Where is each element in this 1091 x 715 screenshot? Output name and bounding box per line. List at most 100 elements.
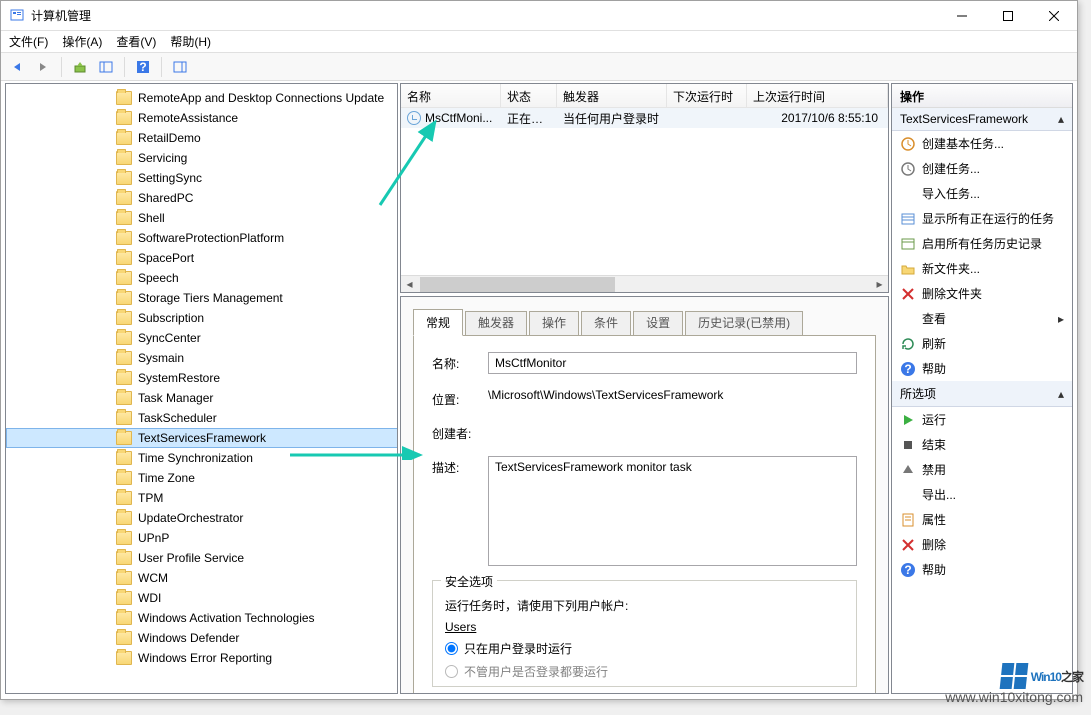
tree-item[interactable]: RemoteAssistance [6, 108, 398, 128]
tree-item-label: UPnP [138, 531, 169, 545]
action-delete[interactable]: 删除 [892, 532, 1072, 557]
tab-conditions[interactable]: 条件 [581, 311, 631, 336]
action-pane-button[interactable] [168, 56, 192, 78]
radio-not-logged-on-row[interactable]: 不管用户是否登录都要运行 [445, 663, 844, 680]
tab-general[interactable]: 常规 [413, 309, 463, 336]
action-view[interactable]: 查看 [892, 306, 1072, 331]
tree-item[interactable]: SystemRestore [6, 368, 398, 388]
action-create-basic-task[interactable]: 创建基本任务... [892, 131, 1072, 156]
tree-item[interactable]: Task Manager [6, 388, 398, 408]
folder-icon [116, 131, 132, 145]
col-status[interactable]: 状态 [501, 84, 557, 107]
tree-item[interactable]: Shell [6, 208, 398, 228]
radio-logged-on[interactable] [445, 642, 458, 655]
action-label: 帮助 [922, 360, 946, 377]
col-last-run[interactable]: 上次运行时间 [747, 84, 888, 107]
up-button[interactable] [68, 56, 92, 78]
tab-history[interactable]: 历史记录(已禁用) [685, 311, 803, 336]
tab-triggers[interactable]: 触发器 [465, 311, 527, 336]
action-disable[interactable]: 禁用 [892, 457, 1072, 482]
menu-help[interactable]: 帮助(H) [170, 33, 211, 50]
tree-item[interactable]: SyncCenter [6, 328, 398, 348]
tree-item[interactable]: UpdateOrchestrator [6, 508, 398, 528]
tree-item[interactable]: Servicing [6, 148, 398, 168]
action-new-folder[interactable]: 新文件夹... [892, 256, 1072, 281]
tree-item[interactable]: Windows Activation Technologies [6, 608, 398, 628]
show-hide-button[interactable] [94, 56, 118, 78]
field-description[interactable] [488, 456, 857, 566]
tree-item[interactable]: TPM [6, 488, 398, 508]
action-end[interactable]: 结束 [892, 432, 1072, 457]
tree-item[interactable]: SharedPC [6, 188, 398, 208]
tree-item[interactable]: WCM [6, 568, 398, 588]
action-label: 创建基本任务... [922, 135, 1004, 152]
action-help2[interactable]: ?帮助 [892, 557, 1072, 582]
tree-item[interactable]: Windows Error Reporting [6, 648, 398, 668]
tab-actions[interactable]: 操作 [529, 311, 579, 336]
action-delete-folder[interactable]: 删除文件夹 [892, 281, 1072, 306]
action-show-running[interactable]: 显示所有正在运行的任务 [892, 206, 1072, 231]
radio-not-logged-on[interactable] [445, 665, 458, 678]
action-run[interactable]: 运行 [892, 407, 1072, 432]
tree-item[interactable]: RemoteApp and Desktop Connections Update [6, 88, 398, 108]
tree-item[interactable]: SettingSync [6, 168, 398, 188]
task-icon [900, 161, 916, 177]
tree-item[interactable]: TextServicesFramework [6, 428, 398, 448]
action-help[interactable]: ?帮助 [892, 356, 1072, 381]
menu-view[interactable]: 查看(V) [116, 33, 156, 50]
tab-settings[interactable]: 设置 [633, 311, 683, 336]
menu-file[interactable]: 文件(F) [9, 33, 48, 50]
radio-logged-on-row[interactable]: 只在用户登录时运行 [445, 640, 844, 657]
close-button[interactable] [1031, 1, 1077, 31]
folder-icon [116, 111, 132, 125]
field-name[interactable]: MsCtfMonitor [488, 352, 857, 374]
minimize-button[interactable] [939, 1, 985, 31]
tree-item[interactable]: TaskScheduler [6, 408, 398, 428]
col-next-run[interactable]: 下次运行时间 [667, 84, 747, 107]
detail-pane: 常规 触发器 操作 条件 设置 历史记录(已禁用) 名称: MsCtfMonit… [400, 296, 889, 694]
tree-item[interactable]: SpacePort [6, 248, 398, 268]
folder-icon [116, 91, 132, 105]
action-group-1-title[interactable]: TextServicesFramework▴ [892, 108, 1072, 131]
action-properties[interactable]: 属性 [892, 507, 1072, 532]
tree-item[interactable]: RetailDemo [6, 128, 398, 148]
back-button[interactable] [5, 56, 29, 78]
tree-item[interactable]: SoftwareProtectionPlatform [6, 228, 398, 248]
action-export[interactable]: 导出... [892, 482, 1072, 507]
col-trigger[interactable]: 触发器 [557, 84, 667, 107]
forward-button[interactable] [31, 56, 55, 78]
tree-item-label: SoftwareProtectionPlatform [138, 231, 284, 245]
task-row[interactable]: MsCtfMoni... 正在运行 当任何用户登录时 2017/10/6 8:5… [401, 108, 888, 128]
security-account[interactable]: Users [445, 620, 844, 634]
tree-item[interactable]: WDI [6, 588, 398, 608]
col-name[interactable]: 名称 [401, 84, 501, 107]
action-enable-history[interactable]: 启用所有任务历史记录 [892, 231, 1072, 256]
refresh-icon [900, 336, 916, 352]
tree-item-label: RetailDemo [138, 131, 201, 145]
tree-item[interactable]: Windows Defender [6, 628, 398, 648]
tree-item[interactable]: Subscription [6, 308, 398, 328]
action-import-task[interactable]: 导入任务... [892, 181, 1072, 206]
app-icon [9, 8, 25, 24]
tree-item[interactable]: Time Zone [6, 468, 398, 488]
action-group-2-title[interactable]: 所选项▴ [892, 381, 1072, 407]
tree-item[interactable]: Speech [6, 268, 398, 288]
folder-icon [116, 391, 132, 405]
tree-item[interactable]: User Profile Service [6, 548, 398, 568]
tree-item-label: RemoteApp and Desktop Connections Update [138, 91, 384, 105]
action-label: 运行 [922, 411, 946, 428]
task-list-scrollbar[interactable]: ◂▸ [401, 275, 888, 292]
tree-item[interactable]: UPnP [6, 528, 398, 548]
maximize-button[interactable] [985, 1, 1031, 31]
security-prompt: 运行任务时，请使用下列用户帐户: [445, 597, 844, 614]
tree-pane[interactable]: RemoteApp and Desktop Connections Update… [5, 83, 398, 694]
action-label: 查看 [922, 310, 946, 327]
help-toolbar-button[interactable]: ? [131, 56, 155, 78]
folder-icon [116, 371, 132, 385]
action-create-task[interactable]: 创建任务... [892, 156, 1072, 181]
menu-action[interactable]: 操作(A) [62, 33, 102, 50]
tree-item[interactable]: Sysmain [6, 348, 398, 368]
tree-item[interactable]: Time Synchronization [6, 448, 398, 468]
action-refresh[interactable]: 刷新 [892, 331, 1072, 356]
tree-item[interactable]: Storage Tiers Management [6, 288, 398, 308]
